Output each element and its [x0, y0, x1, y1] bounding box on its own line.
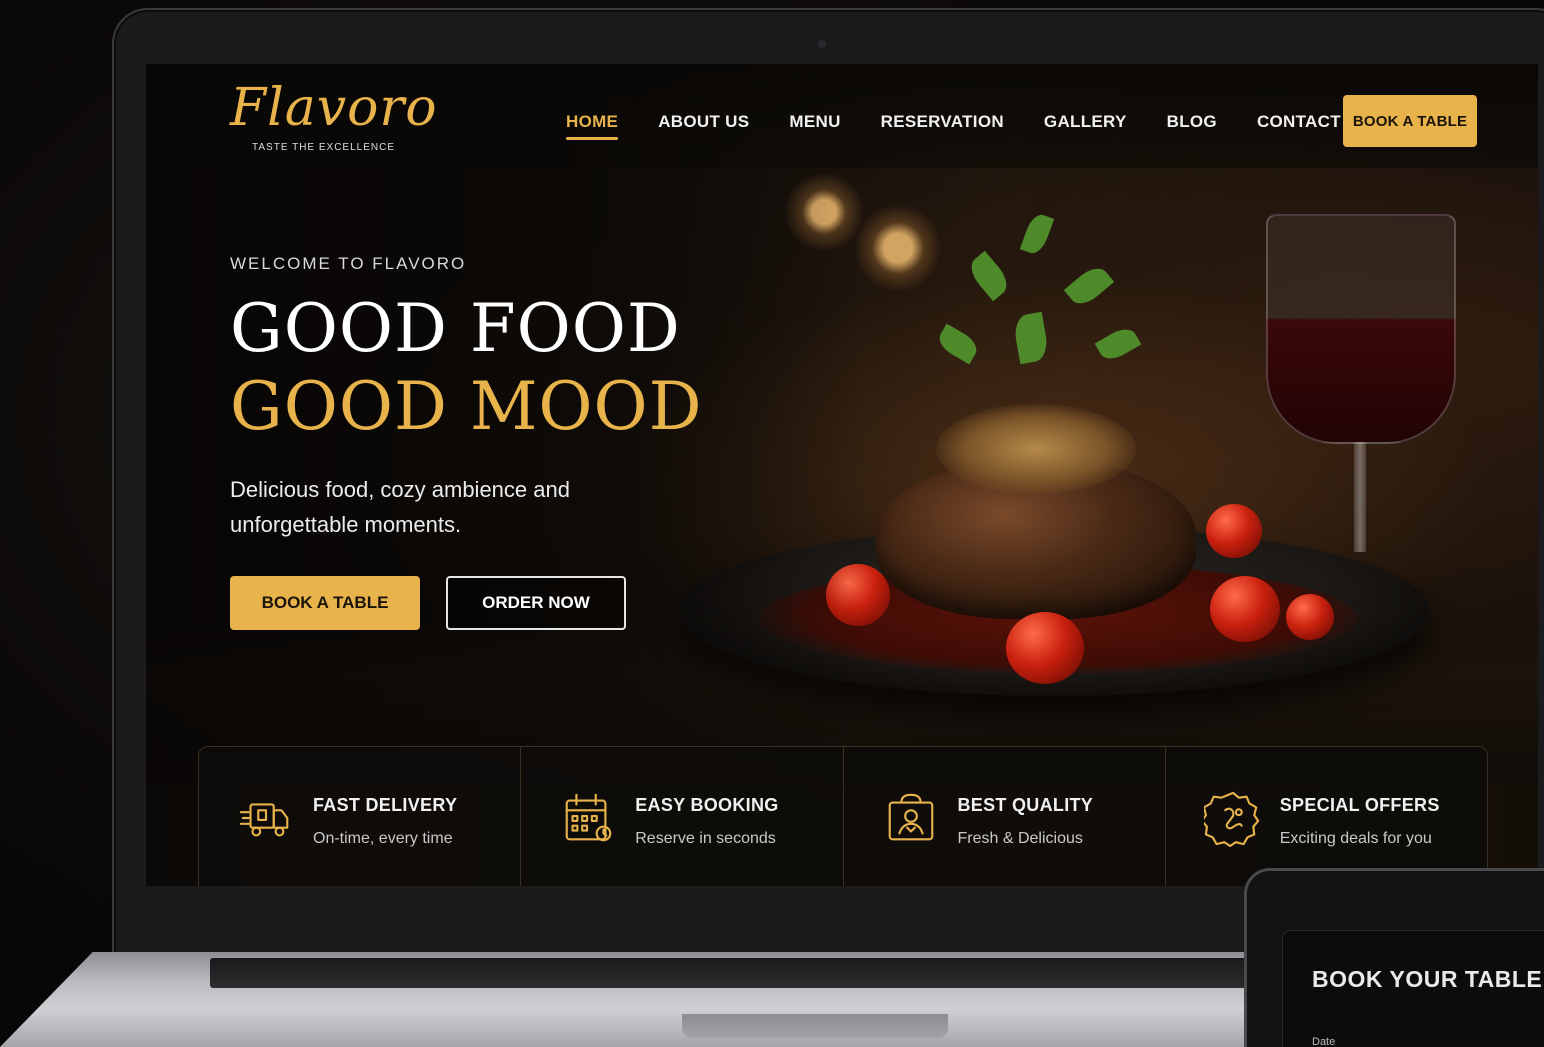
wine-glass-stem: [1354, 442, 1366, 552]
nav-book-table-button[interactable]: BOOK A TABLE: [1343, 95, 1477, 147]
delivery-truck-icon: [239, 803, 289, 837]
brand-logo[interactable]: Flavoro TASTE THE EXCELLENCE: [230, 82, 438, 153]
hero-headline: GOOD FOOD GOOD MOOD: [230, 290, 703, 446]
tomato: [1286, 594, 1334, 640]
nav-item-menu[interactable]: MENU: [789, 112, 840, 140]
nav-item-about-us[interactable]: ABOUT US: [658, 112, 749, 140]
hero-headline-line1: GOOD FOOD: [230, 290, 681, 367]
chef-quality-icon: [888, 793, 933, 841]
tomato: [1206, 504, 1262, 558]
hero-headline-line2: GOOD MOOD: [230, 368, 703, 445]
nav-item-gallery[interactable]: GALLERY: [1044, 112, 1127, 140]
laptop-camera: [818, 40, 826, 48]
feature-desc: Fresh & Delicious: [957, 830, 1083, 847]
nav-links: HOME ABOUT US MENU RESERVATION GALLERY B…: [566, 112, 1341, 140]
nav-item-contact[interactable]: CONTACT: [1257, 112, 1341, 140]
feature-title: EASY BOOKING: [635, 795, 779, 815]
laptop-keyboard: [210, 958, 1290, 988]
nav-item-reservation[interactable]: RESERVATION: [881, 112, 1004, 140]
feature-card[interactable]: SPECIAL OFFERS Exciting deals for you: [1166, 747, 1487, 886]
calendar-icon: [565, 793, 612, 842]
feature-title: SPECIAL OFFERS: [1279, 795, 1440, 815]
nav-item-home[interactable]: HOME: [566, 112, 619, 140]
website-screen: Flavoro TASTE THE EXCELLENCE HOME ABOUT …: [146, 64, 1538, 886]
tomato: [1210, 576, 1280, 642]
hero-subtitle: Delicious food, cozy ambience and unforg…: [230, 477, 570, 537]
garnish-image: [936, 404, 1136, 494]
feature-title: BEST QUALITY: [957, 795, 1094, 815]
logo-name: Flavoro: [230, 78, 438, 138]
tomato: [1006, 612, 1084, 684]
feature-desc: Reserve in seconds: [635, 830, 776, 847]
logo-tagline: TASTE THE EXCELLENCE: [252, 142, 395, 153]
feature-card[interactable]: BEST QUALITY Fresh & Delicious: [844, 747, 1166, 886]
feature-desc: On-time, every time: [313, 830, 453, 847]
feature-card[interactable]: FAST DELIVERY On-time, every time: [199, 747, 522, 886]
feature-desc: Exciting deals for you: [1279, 830, 1432, 847]
booking-date-label: Date: [1312, 1036, 1336, 1047]
order-now-button[interactable]: ORDER NOW: [446, 576, 626, 630]
book-table-button[interactable]: BOOK A TABLE: [230, 576, 420, 630]
features-bar: FAST DELIVERY On-time, every time EASY B…: [198, 746, 1488, 886]
nav-item-blog[interactable]: BLOG: [1167, 112, 1217, 140]
feature-title: FAST DELIVERY: [313, 795, 458, 815]
hero-eyebrow: WELCOME TO FLAVORO: [230, 254, 467, 273]
laptop-notch: [682, 1014, 948, 1038]
top-navigation: Flavoro TASTE THE EXCELLENCE HOME ABOUT …: [146, 64, 1538, 168]
wine-glass-image: [1266, 214, 1456, 444]
booking-title: BOOK YOUR TABLE: [1312, 966, 1543, 992]
offer-badge-icon: [1203, 791, 1259, 847]
feature-card[interactable]: EASY BOOKING Reserve in seconds: [521, 747, 844, 886]
